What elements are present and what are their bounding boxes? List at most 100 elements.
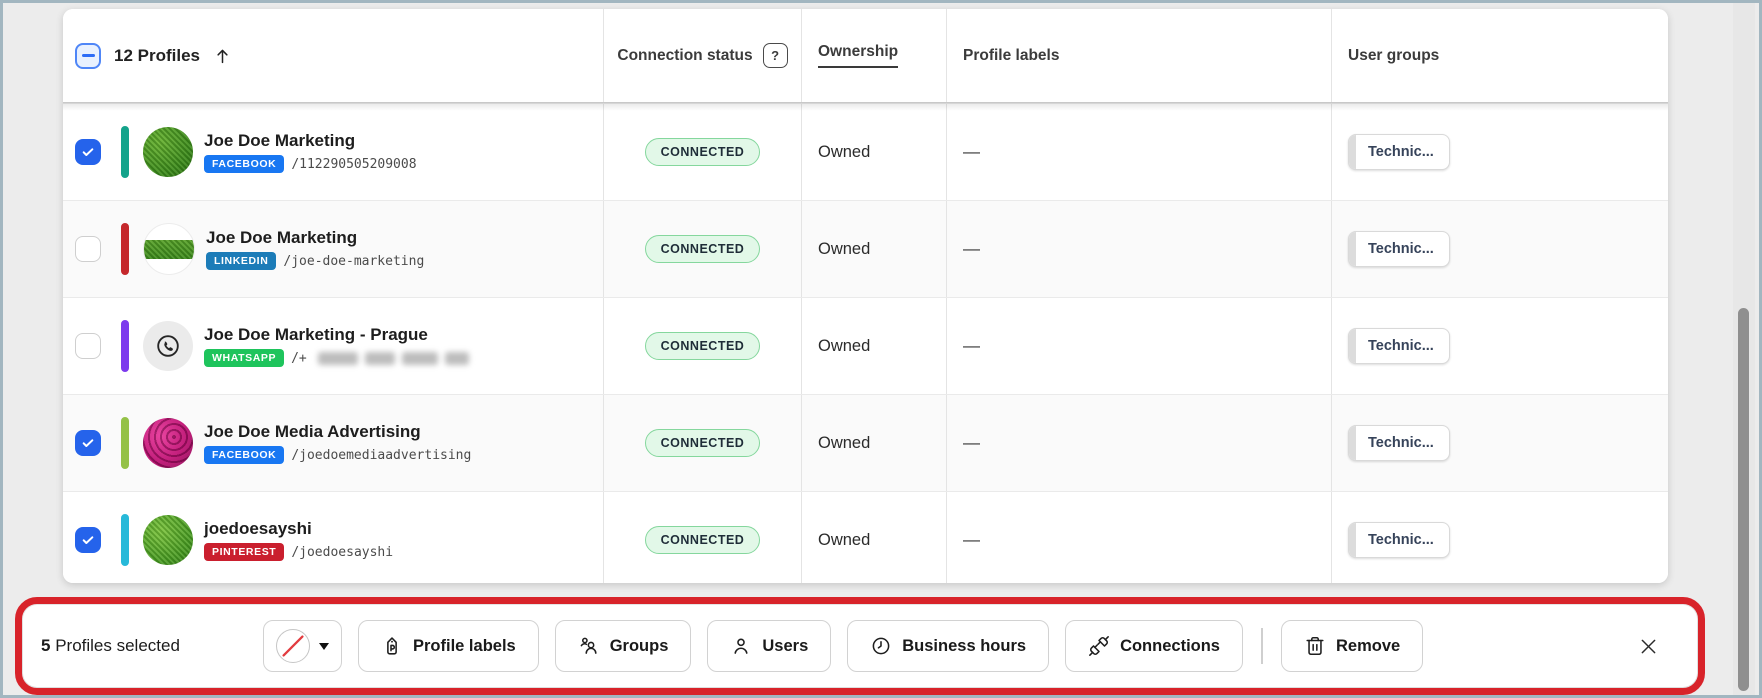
user-group-chip[interactable]: Technic... [1348,231,1450,267]
profile-name: Joe Doe Marketing [204,131,417,151]
table-row[interactable]: joedoesayshi PINTEREST /joedoesayshi CON… [63,491,1668,583]
profile-handle: /joedoesayshi [291,545,393,560]
profile-cell: joedoesayshi PINTEREST /joedoesayshi [63,492,603,583]
user-group-chip-label: Technic... [1368,144,1434,160]
whatsapp-icon [154,332,182,360]
profile-labels-button[interactable]: Profile labels [358,620,539,672]
profile-text: Joe Doe Marketing LINKEDIN /joe-doe-mark… [206,228,424,270]
table-body: Joe Doe Marketing FACEBOOK /112290505209… [63,103,1668,583]
user-icon [730,635,752,657]
check-icon [80,435,96,451]
profile-accent-bar [121,223,129,275]
profile-text: Joe Doe Marketing - Prague WHATSAPP /+ [204,325,469,367]
business-hours-button-label: Business hours [902,637,1026,656]
profile-handle: /joedoemediaadvertising [291,448,471,463]
connection-status-pill: CONNECTED [645,429,761,458]
profile-labels-header-cell: Profile labels [946,9,1331,102]
selected-count-label: 5 Profiles selected [41,636,263,656]
button-group-separator [1261,628,1263,664]
connection-status-pill: CONNECTED [645,526,761,555]
remove-button[interactable]: Remove [1281,620,1423,672]
profile-labels-cell: — [946,492,1331,583]
table-row[interactable]: Joe Doe Marketing FACEBOOK /112290505209… [63,103,1668,200]
profile-cell: Joe Doe Marketing LINKEDIN /joe-doe-mark… [63,201,603,297]
user-groups-cell: Technic... [1331,298,1668,394]
trash-icon [1304,635,1326,657]
user-group-chip[interactable]: Technic... [1348,425,1450,461]
vertical-scrollbar-thumb[interactable] [1738,308,1749,691]
user-group-chip[interactable]: Technic... [1348,328,1450,364]
people-icon [578,635,600,657]
groups-button[interactable]: Groups [555,620,692,672]
user-group-chip-label: Technic... [1368,338,1434,354]
row-checkbox[interactable] [75,139,101,165]
users-button-label: Users [762,637,808,656]
profile-handle: /112290505209008 [291,157,416,172]
profile-name: Joe Doe Marketing - Prague [204,325,469,345]
profile-avatar [143,515,193,565]
profile-labels-value: — [963,239,980,259]
indeterminate-minus-icon [82,54,95,57]
profile-labels-value: — [963,530,980,550]
profile-labels-header-label: Profile labels [963,47,1059,65]
profile-text: Joe Doe Marketing FACEBOOK /112290505209… [204,131,417,173]
table-row[interactable]: Joe Doe Marketing - Prague WHATSAPP /+ C… [63,297,1668,394]
row-checkbox[interactable] [75,236,101,262]
network-badge: FACEBOOK [204,446,284,464]
connection-status-cell: CONNECTED [603,104,801,200]
ownership-header-label: Ownership [818,43,898,68]
table-row[interactable]: Joe Doe Media Advertising FACEBOOK /joed… [63,394,1668,491]
user-groups-cell: Technic... [1331,104,1668,200]
ownership-cell: Owned [801,395,946,491]
ownership-value: Owned [818,337,870,356]
vertical-scrollbar-track [1733,3,1755,695]
network-badge: LINKEDIN [206,252,276,270]
help-icon[interactable]: ? [763,43,788,68]
ownership-header-cell[interactable]: Ownership [801,9,946,102]
user-groups-cell: Technic... [1331,395,1668,491]
user-group-chip[interactable]: Technic... [1348,134,1450,170]
profiles-table-card: 12 Profiles Connection status ? Ownershi… [63,9,1668,583]
profile-avatar [143,321,193,371]
profile-labels-cell: — [946,104,1331,200]
profile-handle: /joe-doe-marketing [283,254,424,269]
business-hours-button[interactable]: Business hours [847,620,1049,672]
connections-button[interactable]: Connections [1065,620,1243,672]
connection-status-cell: CONNECTED [603,395,801,491]
ownership-cell: Owned [801,492,946,583]
profile-labels-value: — [963,433,980,453]
remove-button-label: Remove [1336,637,1400,656]
profiles-count-label: 12 Profiles [114,46,200,66]
users-button[interactable]: Users [707,620,831,672]
user-group-chip-label: Technic... [1368,435,1434,451]
select-all-checkbox[interactable] [75,43,101,69]
masked-handle [318,352,469,365]
sort-ascending-icon[interactable] [213,46,232,66]
user-group-chip[interactable]: Technic... [1348,522,1450,558]
app-window: 12 Profiles Connection status ? Ownershi… [0,0,1762,698]
user-groups-header-cell: User groups [1331,9,1668,102]
profile-labels-value: — [963,142,980,162]
ownership-value: Owned [818,143,870,162]
color-swatch-dropdown[interactable] [263,620,342,672]
connection-status-pill: CONNECTED [645,332,761,361]
ownership-cell: Owned [801,201,946,297]
table-row[interactable]: Joe Doe Marketing LINKEDIN /joe-doe-mark… [63,200,1668,297]
profile-cell: Joe Doe Marketing FACEBOOK /112290505209… [63,104,603,200]
chevron-down-icon [319,643,329,650]
row-checkbox[interactable] [75,430,101,456]
profile-avatar [143,127,193,177]
tag-icon [381,635,403,657]
ownership-value: Owned [818,531,870,550]
close-icon [1638,636,1659,657]
close-action-bar-button[interactable] [1638,636,1659,657]
profile-accent-bar [121,126,129,178]
check-icon [80,532,96,548]
user-groups-cell: Technic... [1331,492,1668,583]
profile-accent-bar [121,417,129,469]
row-checkbox[interactable] [75,527,101,553]
row-checkbox[interactable] [75,333,101,359]
profile-avatar [143,418,193,468]
profile-text: Joe Doe Media Advertising FACEBOOK /joed… [204,422,471,464]
user-group-chip-label: Technic... [1368,532,1434,548]
